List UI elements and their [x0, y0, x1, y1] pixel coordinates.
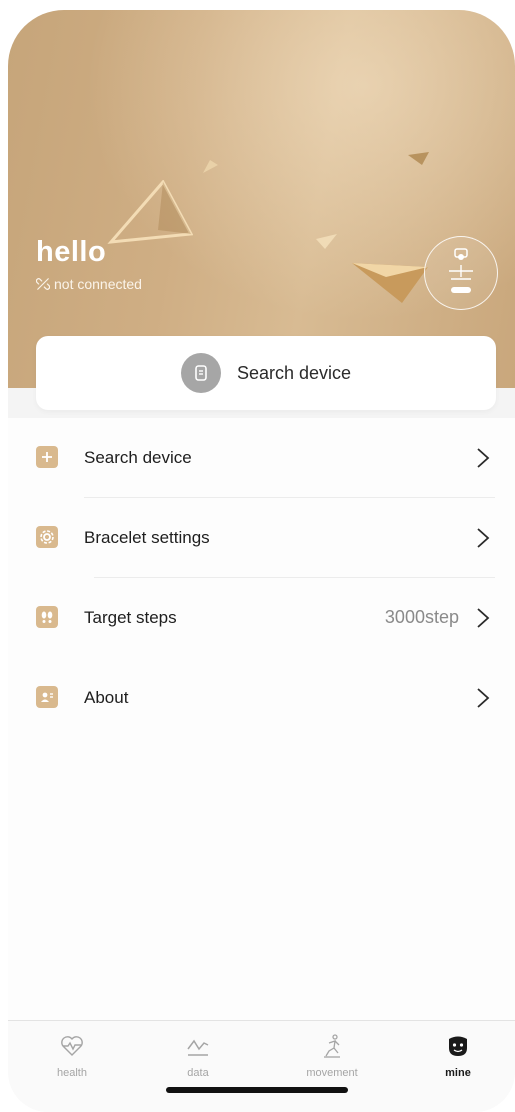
- menu-item-search-device[interactable]: Search device: [8, 418, 515, 498]
- watch-icon: [449, 248, 473, 293]
- gear-icon: [36, 526, 58, 548]
- menu-item-label: Target steps: [84, 608, 177, 627]
- menu-item-about[interactable]: About: [8, 658, 515, 738]
- tab-label: health: [57, 1067, 87, 1079]
- connection-status: not connected: [36, 276, 142, 292]
- connection-status-label: not connected: [54, 276, 142, 292]
- search-device-card[interactable]: Search device: [36, 336, 496, 410]
- menu-item-target-steps[interactable]: Target steps 3000step: [8, 578, 515, 658]
- home-indicator[interactable]: [166, 1087, 348, 1093]
- chevron-right-icon: [477, 608, 490, 628]
- watch-icon: [195, 365, 207, 381]
- chart-line-icon: [187, 1039, 209, 1056]
- menu-item-bracelet-settings[interactable]: Bracelet settings: [8, 498, 515, 578]
- decorative-shard-small-1: [203, 160, 218, 173]
- plus-icon: [36, 446, 58, 468]
- decorative-shard-small-3: [316, 234, 337, 249]
- running-icon: [324, 1034, 340, 1058]
- greeting-title: hello: [36, 236, 107, 268]
- face-icon: [449, 1036, 467, 1056]
- menu-item-label: Search device: [84, 448, 192, 467]
- tab-label: mine: [445, 1067, 471, 1079]
- chevron-right-icon: [477, 688, 490, 708]
- decorative-shard-large-2: [352, 263, 428, 303]
- bottom-tab-bar: health data movement mine: [8, 1020, 515, 1112]
- tab-health[interactable]: health: [32, 1033, 112, 1093]
- decorative-shard-large: [107, 180, 193, 244]
- chevron-right-icon: [477, 448, 490, 468]
- settings-menu: Search device Bracelet settings Target s…: [8, 418, 515, 738]
- app-screen: hello not connected Search device Search…: [8, 10, 515, 1112]
- device-avatar[interactable]: [424, 236, 498, 310]
- tab-data[interactable]: data: [158, 1033, 238, 1093]
- tab-movement[interactable]: movement: [292, 1033, 372, 1093]
- phone-frame: hello not connected Search device Search…: [0, 0, 515, 1112]
- menu-item-label: Bracelet settings: [84, 528, 210, 547]
- header-sheen: [8, 10, 515, 388]
- chevron-right-icon: [477, 528, 490, 548]
- contact-card-icon: [36, 686, 58, 708]
- link-broken-icon: [36, 278, 50, 290]
- menu-item-label: About: [84, 688, 129, 707]
- tab-label: data: [187, 1067, 209, 1079]
- target-steps-value: 3000step: [384, 607, 459, 627]
- tab-mine[interactable]: mine: [418, 1033, 498, 1093]
- search-device-card-label: Search device: [236, 362, 352, 383]
- heart-pulse-icon: [61, 1036, 83, 1056]
- tab-label: movement: [306, 1067, 358, 1079]
- profile-header: hello not connected: [8, 10, 515, 388]
- search-device-icon-circle: [180, 353, 221, 393]
- footprints-icon: [36, 606, 58, 628]
- decorative-shard-small-2: [408, 152, 429, 165]
